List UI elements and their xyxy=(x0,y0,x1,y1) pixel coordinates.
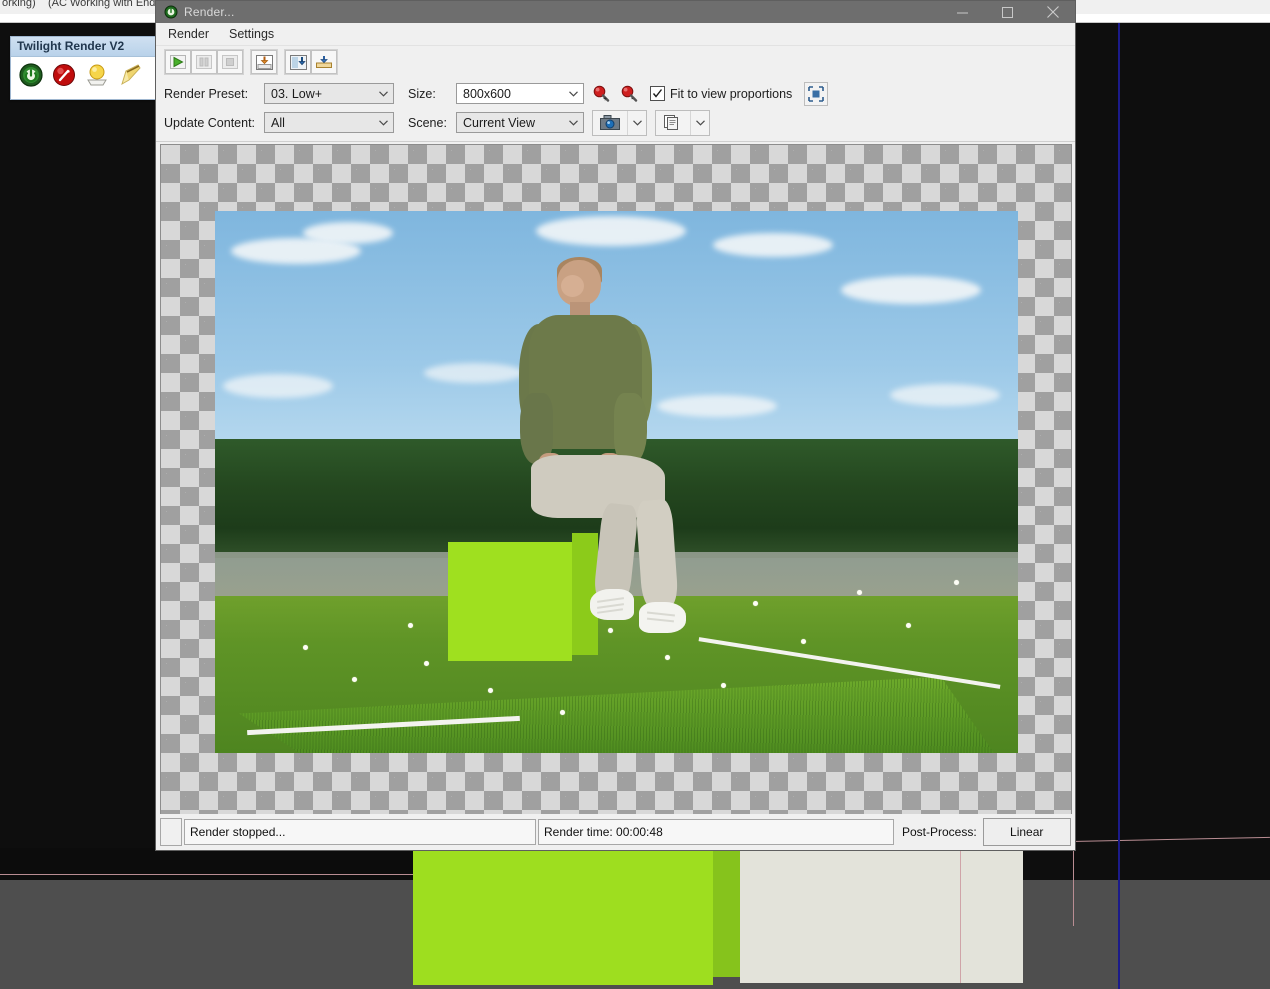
light-bulb-icon[interactable] xyxy=(83,60,111,88)
daisy xyxy=(351,677,357,683)
shin-right xyxy=(635,498,679,608)
axis-red-line xyxy=(0,874,413,875)
render-preset-value: 03. Low+ xyxy=(271,86,323,101)
open-image-button[interactable] xyxy=(311,50,337,74)
options-row-1: Render Preset: 03. Low+ Size: 800x600 + … xyxy=(164,81,1075,106)
update-content-label: Update Content: xyxy=(164,115,256,130)
daisy xyxy=(488,687,494,693)
axis-blue-line xyxy=(1118,22,1120,989)
shoe-right xyxy=(639,601,686,634)
close-icon[interactable] xyxy=(1030,1,1075,23)
status-bar: Render stopped... Render time: 00:00:48 … xyxy=(156,814,1075,850)
daisy xyxy=(560,709,566,715)
material-sphere-icon[interactable] xyxy=(50,60,78,88)
arm-right xyxy=(613,393,647,465)
size-label: Size: xyxy=(408,86,436,101)
daisy xyxy=(905,622,911,628)
progress-indicator xyxy=(160,818,182,846)
menu-item-render[interactable]: Render xyxy=(168,27,209,41)
cloud xyxy=(303,221,394,244)
viewport-cube-front-face[interactable] xyxy=(413,848,713,985)
menubar[interactable]: Render Settings xyxy=(156,23,1075,46)
chevron-down-icon[interactable] xyxy=(627,110,646,135)
copy-layers-icon[interactable] xyxy=(656,114,690,131)
twilight-render-icon xyxy=(164,5,178,19)
axis-guide-line xyxy=(1073,848,1074,926)
power-icon[interactable] xyxy=(17,60,45,88)
seated-figure xyxy=(480,257,737,704)
window-controls xyxy=(940,1,1075,23)
status-message: Render stopped... xyxy=(184,819,536,845)
size-value: 800x600 xyxy=(463,86,511,101)
chevron-down-icon xyxy=(563,90,583,97)
daisy xyxy=(423,660,429,666)
update-content-select[interactable]: All xyxy=(264,112,394,133)
save-image-button[interactable] xyxy=(251,50,277,74)
render-canvas[interactable] xyxy=(160,144,1072,821)
transport-button-group xyxy=(164,49,244,75)
chevron-down-icon[interactable] xyxy=(690,110,709,135)
camera-icon[interactable] xyxy=(593,114,627,131)
minimize-icon[interactable] xyxy=(940,1,985,23)
options-row-2: Update Content: All Scene: Current View xyxy=(164,109,1075,136)
toolpanel-title: Twilight Render V2 xyxy=(11,37,156,57)
copy-layers-split-button[interactable] xyxy=(655,109,710,136)
daisy xyxy=(303,644,309,650)
rendered-image[interactable] xyxy=(215,211,1018,753)
twilight-render-toolbar-panel[interactable]: Twilight Render V2 xyxy=(10,36,157,100)
fit-to-view-label: Fit to view proportions xyxy=(670,86,793,101)
fit-to-view-checkbox[interactable]: Fit to view proportions xyxy=(650,86,792,101)
edit-pencil-icon[interactable] xyxy=(116,60,144,88)
update-content-value: All xyxy=(271,115,285,130)
pause-render-button[interactable] xyxy=(191,50,217,74)
post-process-label: Post-Process: xyxy=(902,825,977,839)
face-highlight xyxy=(560,274,585,298)
camera-split-button[interactable] xyxy=(592,109,647,136)
checkbox-box[interactable] xyxy=(650,86,665,101)
window-title: Render... xyxy=(184,5,235,19)
scene-value: Current View xyxy=(463,115,536,130)
cloud xyxy=(223,373,334,398)
chevron-down-icon xyxy=(563,119,583,126)
render-window[interactable]: Render... Render Settings Render Preset:… xyxy=(155,0,1076,851)
chevron-down-icon xyxy=(373,90,393,97)
viewport-wall-plane[interactable] xyxy=(740,850,1023,983)
maximize-icon[interactable] xyxy=(985,1,1030,23)
size-select[interactable]: 800x600 xyxy=(456,83,584,104)
scene-select[interactable]: Current View xyxy=(456,112,584,133)
start-render-button[interactable] xyxy=(165,50,191,74)
breadcrumb-left: orking) xyxy=(2,0,36,9)
svg-text:+: + xyxy=(603,96,607,102)
breadcrumb-right: (AC Working with End xyxy=(48,0,156,9)
render-preset-select[interactable]: 03. Low+ xyxy=(264,83,394,104)
save-alpha-image-button[interactable] xyxy=(285,50,311,74)
chevron-down-icon xyxy=(373,119,393,126)
export-button-group xyxy=(284,49,338,75)
daisy xyxy=(953,579,959,585)
save-button-group xyxy=(250,49,278,75)
stop-render-button[interactable] xyxy=(217,50,243,74)
render-preset-label: Render Preset: xyxy=(164,86,249,101)
window-titlebar[interactable]: Render... xyxy=(156,1,1075,23)
render-time: Render time: 00:00:48 xyxy=(538,819,894,845)
zoom-in-icon[interactable]: + xyxy=(590,83,612,105)
render-options-panel[interactable]: Render Preset: 03. Low+ Size: 800x600 + … xyxy=(156,76,1075,142)
toolpanel-icon-row xyxy=(11,57,156,88)
cloud xyxy=(712,232,833,257)
daisy xyxy=(407,622,413,628)
viewport-wall-edge xyxy=(960,848,961,983)
scene-label: Scene: xyxy=(408,115,447,130)
cloud xyxy=(841,276,982,305)
zoom-out-icon[interactable]: - xyxy=(618,83,640,105)
shoe-left xyxy=(590,588,635,620)
post-process-button[interactable]: Linear xyxy=(982,818,1071,846)
render-toolbar[interactable] xyxy=(156,46,1075,76)
menu-item-settings[interactable]: Settings xyxy=(229,27,274,41)
daisy xyxy=(720,682,726,688)
fit-to-window-icon[interactable] xyxy=(804,81,829,106)
